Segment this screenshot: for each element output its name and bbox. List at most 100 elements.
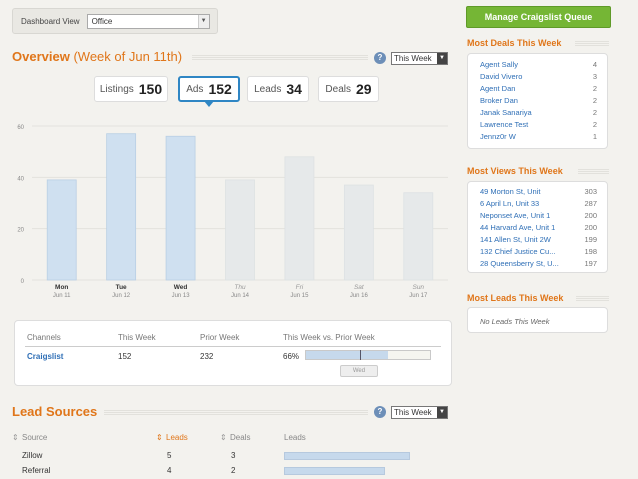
source-name: Referral xyxy=(22,466,51,475)
x-tick-date: Jun 16 xyxy=(350,293,369,299)
list-item[interactable]: Broker Dan 2 xyxy=(480,96,597,106)
col-header-deals[interactable]: Deals xyxy=(230,433,250,442)
col-header-leads[interactable]: Leads xyxy=(166,433,188,442)
sort-icon[interactable]: ⇕ xyxy=(12,433,19,442)
most-leads-box: No Leads This Week xyxy=(467,307,608,333)
most-deals-box: Agent Sally 4 David Vivero 3 Agent Dan 2 Br… xyxy=(467,53,608,149)
x-tick-label: Mon xyxy=(55,284,68,291)
source-deals: 2 xyxy=(231,466,236,475)
list-item[interactable]: Lawrence Test 2 xyxy=(480,120,597,130)
this-week-value: 152 xyxy=(118,352,132,361)
chart-bar xyxy=(225,179,255,281)
most-leads-title: Most Leads This Week xyxy=(467,293,564,303)
dashboard-view-select[interactable]: Office ▼ xyxy=(86,13,210,29)
list-item[interactable]: Agent Dan 2 xyxy=(480,84,597,94)
y-tick-label: 0 xyxy=(21,279,25,285)
most-leads-empty: No Leads This Week xyxy=(480,317,550,326)
tab-leads[interactable]: Leads 34 xyxy=(247,76,309,102)
comparison-bar xyxy=(305,350,431,360)
pct-value: 66% xyxy=(283,352,300,361)
source-leads-bar xyxy=(284,452,410,460)
list-item[interactable]: 28 Queensberry St, U... 197 xyxy=(480,259,597,269)
y-tick-label: 60 xyxy=(17,125,24,131)
chevron-down-icon: ▼ xyxy=(437,407,447,418)
x-tick-date: Jun 13 xyxy=(172,293,191,299)
dashboard-view-label: Dashboard View xyxy=(21,16,80,26)
x-tick-date: Jun 17 xyxy=(409,293,428,299)
overview-help-icon[interactable]: ? xyxy=(374,52,386,64)
tab-listings-label: Listings xyxy=(99,83,134,95)
list-item[interactable]: 44 Harvard Ave, Unit 1 200 xyxy=(480,223,597,233)
col-header-source[interactable]: Source xyxy=(22,433,47,442)
most-deals-title: Most Deals This Week xyxy=(467,38,562,48)
lead-sources-help-icon[interactable]: ? xyxy=(374,406,386,418)
overview-period-select[interactable]: This Week ▼ xyxy=(391,52,448,65)
tab-ads-value: 152 xyxy=(208,81,232,97)
source-leads: 4 xyxy=(167,466,172,475)
col-header-prior-week: Prior Week xyxy=(200,333,240,342)
source-leads-bar xyxy=(284,467,385,475)
sort-icon[interactable]: ⇕ xyxy=(156,433,163,442)
overview-title: Overview (Week of Jun 11th) xyxy=(12,49,183,64)
most-views-divider xyxy=(578,169,609,174)
channels-table: Channels This Week Prior Week This Week … xyxy=(14,320,452,386)
list-item[interactable]: Agent Sally 4 xyxy=(480,60,597,70)
list-item[interactable]: David Vivero 3 xyxy=(480,72,597,82)
x-tick-label: Fri xyxy=(296,284,304,291)
list-item[interactable]: Jennz0r W1 xyxy=(480,132,597,142)
tab-listings[interactable]: Listings 150 xyxy=(94,76,168,102)
x-tick-date: Jun 11 xyxy=(53,293,71,299)
dashboard-view-value: Office xyxy=(91,16,113,26)
most-views-title: Most Views This Week xyxy=(467,166,563,176)
tab-ads-label: Ads xyxy=(186,83,204,95)
dashboard-view-bar: Dashboard View Office ▼ xyxy=(12,8,218,34)
source-leads: 5 xyxy=(167,451,172,460)
tab-deals-value: 29 xyxy=(356,81,372,97)
source-name: Zillow xyxy=(22,451,43,460)
x-tick-date: Jun 12 xyxy=(112,293,131,299)
channel-link[interactable]: Craigslist xyxy=(27,352,63,361)
overview-subtitle: (Week of Jun 11th) xyxy=(73,49,183,64)
tab-leads-value: 34 xyxy=(286,81,302,97)
chart-bar xyxy=(46,179,77,281)
chart-bar xyxy=(165,135,196,281)
list-item[interactable]: Janak Sanariya 2 xyxy=(480,108,597,118)
wed-button[interactable]: Wed xyxy=(340,365,378,377)
list-item[interactable]: 49 Morton St, Unit 303 xyxy=(480,187,597,197)
x-tick-date: Jun 14 xyxy=(231,293,250,299)
chart-svg: 0 20 40 60 Mon Jun 11 Tue Jun 12 Wed Jun 13 Thu Jun… xyxy=(17,125,448,299)
most-leads-divider xyxy=(576,296,609,301)
source-deals: 3 xyxy=(231,451,236,460)
chart-bar xyxy=(403,192,434,281)
comparison-bar-marker xyxy=(360,350,361,360)
tab-deals[interactable]: Deals 29 xyxy=(318,76,379,102)
x-tick-date: Jun 15 xyxy=(290,293,309,299)
list-item[interactable]: 141 Allen St, Unit 2W 199 xyxy=(480,235,597,245)
lead-sources-divider xyxy=(104,409,368,415)
sort-icon[interactable]: ⇕ xyxy=(220,433,227,442)
tab-ads[interactable]: Ads 152 xyxy=(178,76,240,107)
col-header-channels: Channels xyxy=(27,333,61,342)
tab-leads-label: Leads xyxy=(254,83,282,95)
tab-listings-value: 150 xyxy=(138,81,163,97)
list-item[interactable]: 132 Chief Justice Cu... 198 xyxy=(480,247,597,257)
manage-craigslist-queue-button[interactable]: Manage Craigslist Queue xyxy=(466,6,611,28)
chevron-down-icon: ▼ xyxy=(437,53,447,64)
overview-divider xyxy=(192,54,368,60)
chevron-down-icon: ▼ xyxy=(197,14,209,28)
list-item[interactable]: 6 April Ln, Unit 33 287 xyxy=(480,199,597,209)
x-tick-label: Sun xyxy=(412,284,424,291)
col-header-this-week: This Week xyxy=(118,333,156,342)
list-item[interactable]: Neponset Ave, Unit 1 200 xyxy=(480,211,597,221)
prior-week-value: 232 xyxy=(200,352,214,361)
lead-sources-period-select[interactable]: This Week ▼ xyxy=(391,406,448,419)
col-header-leads-bar: Leads xyxy=(284,433,306,442)
chart-bar xyxy=(343,184,374,281)
x-tick-label: Wed xyxy=(174,284,188,291)
chart-bar xyxy=(106,133,137,281)
chart-bar xyxy=(284,156,315,281)
x-tick-label: Tue xyxy=(116,284,127,291)
most-deals-divider xyxy=(575,41,609,46)
y-tick-label: 20 xyxy=(17,228,24,234)
ads-bar-chart: 0 20 40 60 Mon Jun 11 Tue Jun 12 Wed Jun 13 Thu Jun… xyxy=(0,112,460,307)
